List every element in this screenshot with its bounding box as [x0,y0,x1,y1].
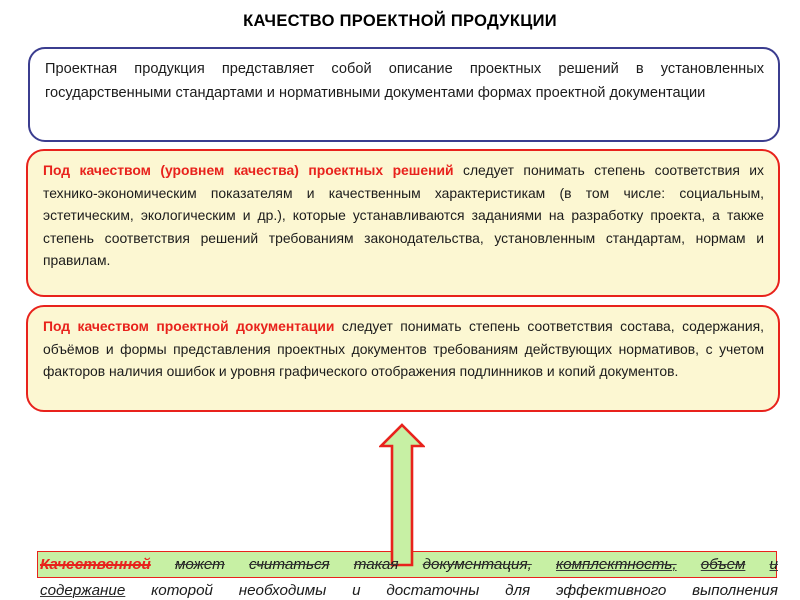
quality-of-documentation-paragraph: Под качеством проектной документации сле… [43,315,764,383]
quality-of-documentation-lead: Под качеством проектной документации [43,318,335,334]
struck-word-kachestvennoy: Качественной [40,556,151,573]
slide-canvas: КАЧЕСТВО ПРОЕКТНОЙ ПРОДУКЦИИ Проектная п… [0,0,800,600]
bottom-sentence-line-2: содержание которой необходимы и достаточны дл… [40,578,778,600]
bottom-sentence-line-1: Качественной может считаться такая документа… [40,552,778,578]
bottom-word-8: содержание [40,582,126,599]
bottom-word-2: считаться [248,556,330,573]
bottom-word-6: объем [700,556,746,573]
bottom-word-13: для [505,582,531,599]
callout-definition: Проектная продукция представляет собой о… [28,47,780,142]
bottom-word-4: документация, [422,556,532,573]
definition-text: Проектная продукция представляет собой о… [45,61,764,101]
quality-of-solutions-paragraph: Под качеством (уровнем качества) проектн… [43,159,764,272]
up-arrow-icon [379,422,425,567]
bottom-word-3: такая [353,556,399,573]
bottom-sentence: Качественной может считаться такая документа… [40,552,778,600]
page-title: КАЧЕСТВО ПРОЕКТНОЙ ПРОДУКЦИИ [243,12,557,30]
bottom-word-1: может [174,556,225,573]
bottom-word-11: и [352,582,361,599]
bottom-word-9: которой [151,582,213,599]
bottom-word-12: достаточны [386,582,480,599]
quality-of-solutions-lead: Под качеством (уровнем качества) проектн… [43,162,454,178]
callout-quality-of-solutions: Под качеством (уровнем качества) проектн… [26,149,780,297]
bottom-word-14: эффективного [555,582,667,599]
bottom-word-15: выполнения [692,582,778,599]
bottom-word-7: и [769,556,778,573]
bottom-word-5: комплектность, [555,556,677,573]
callout-quality-of-documentation: Под качеством проектной документации сле… [26,305,780,412]
bottom-word-10: необходимы [238,582,327,599]
